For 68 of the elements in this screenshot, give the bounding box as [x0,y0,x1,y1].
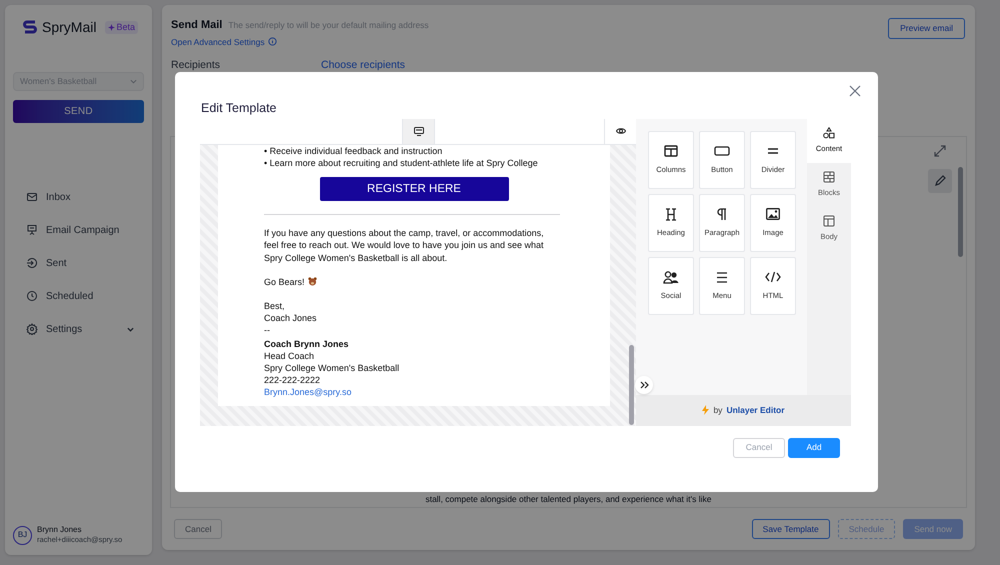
cancel-button[interactable]: Cancel [174,519,222,539]
signoff-line: Coach Jones [264,312,318,324]
sign-in-icon [26,257,38,269]
settings-icon [26,323,38,335]
signoff-line: -- [264,324,271,337]
save-template-button[interactable]: Save Template [752,519,830,539]
register-button[interactable]: REGISTER HERE [320,177,508,202]
nav-item[interactable]: Inbox [13,186,144,208]
menu-icon [716,272,728,283]
user-name: Brynn Jones [37,525,82,535]
unlayer-editor-link[interactable]: Unlayer Editor [726,404,785,417]
blocks-icon [823,171,835,184]
chevron-down-icon [127,326,134,332]
cancel-button[interactable]: Cancel [733,438,785,458]
logo-icon [23,20,37,36]
presentation-icon [26,224,38,236]
nav-item[interactable]: Email Campaign [13,219,144,241]
mail-icon [26,191,38,203]
lightning-icon [702,405,710,416]
signature-line: 222-222-2222 [264,374,322,386]
nav-item[interactable]: Settings [13,318,144,340]
preview-email-button[interactable]: Preview email [888,18,965,39]
double-chevron-icon [640,380,648,389]
add-button[interactable]: Add [788,438,840,458]
divider-icon [767,148,779,154]
chevron-down-icon [130,79,137,84]
heading-icon [665,208,677,221]
send-button[interactable]: SEND [13,100,144,123]
button-shape-icon [714,146,730,156]
brand-name: SpryMail [42,18,96,37]
beta-badge: Beta [105,21,138,34]
sparkle-icon [108,24,116,31]
signature-line: Head Coach [264,350,316,362]
nav-item[interactable]: Scheduled [13,285,144,307]
close-icon[interactable] [849,85,861,97]
dialog-title: Edit Template [201,100,277,117]
layout-icon [823,215,835,228]
page-title: Send Mail [171,18,222,33]
bullet-text: • Receive individual feedback and instruction [264,144,444,157]
nav-item[interactable]: Sent [13,252,144,274]
shapes-icon [823,127,835,140]
user-avatar: BJ [13,526,32,544]
field-label: Recipients [171,58,222,74]
signoff-line: Best, [264,300,286,312]
advanced-settings-link[interactable]: Open Advanced Settings [171,36,265,48]
email-paragraph: If you have any questions about the camp, travel, or accommodations, feel free to reach out. We would love to have you join us and see what Spry College Women's Basketball is all about. [264,227,545,264]
desktop-view-tab[interactable] [402,118,435,144]
users-icon [663,270,679,284]
pencil-icon [934,175,946,188]
choose-recipients-link[interactable]: Choose recipients [321,58,406,74]
code-icon [765,271,781,284]
edit-button[interactable] [928,169,952,194]
email-link[interactable]: Brynn.Jones@spry.so [264,386,564,399]
pilcrow-icon [717,208,727,221]
info-icon [268,37,277,46]
image-icon [766,208,780,220]
expand-icon[interactable] [934,145,946,158]
credit-by: by [713,404,722,417]
clock-icon [26,290,38,302]
eye-icon[interactable] [616,127,626,136]
cheer-text: Go Bears! [264,276,305,288]
signature-line: Coach Brynn Jones [264,338,350,350]
email-body-text: stall, compete alongside other talented players, and experience what it's like [425,493,712,506]
monitor-icon [414,126,424,136]
columns-icon [664,145,678,158]
signature-line: Spry College Women's Basketball [264,362,400,374]
bullet-text: • Learn more about recruiting and student-athlete life at Spry College [264,156,539,170]
bear-icon [308,277,317,286]
